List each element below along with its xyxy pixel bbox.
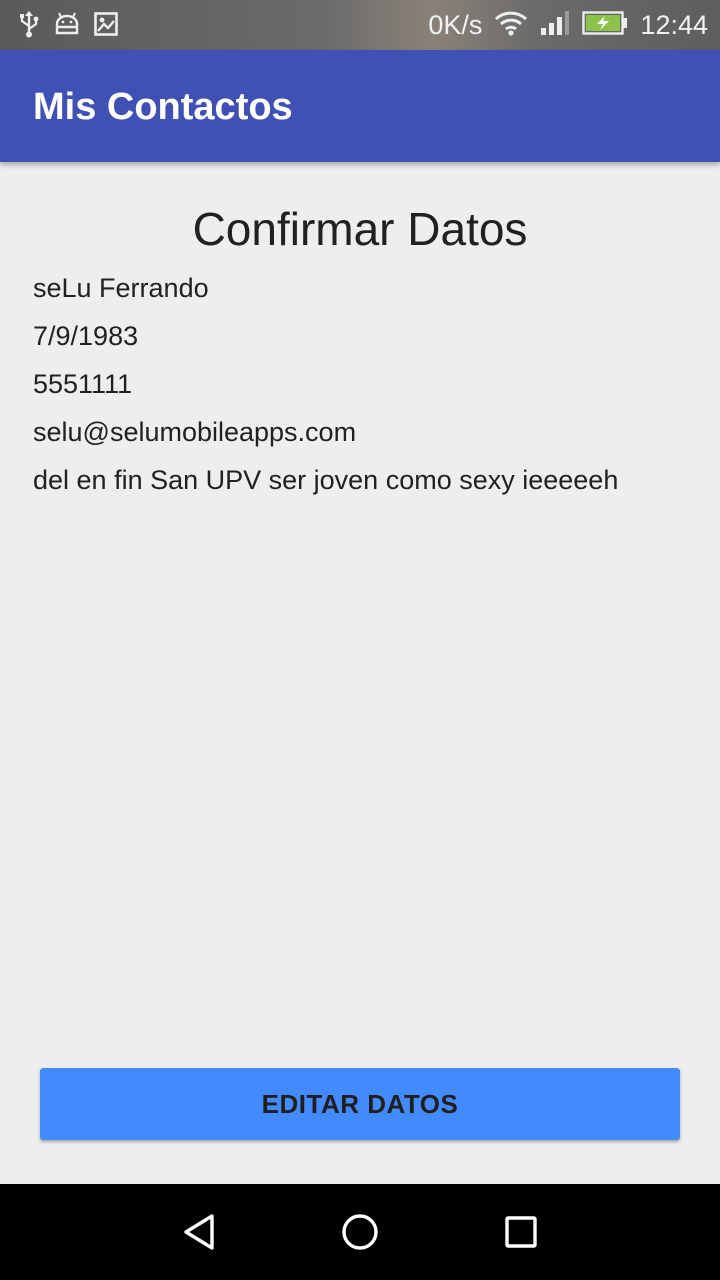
edit-data-button[interactable]: EDITAR DATOS [40,1068,680,1140]
system-status: 0K/s 12:44 [428,0,708,50]
android-debug-icon [54,11,80,42]
battery-charging-icon [582,10,628,41]
back-icon[interactable] [178,1210,222,1254]
contact-phone: 5551111 [33,369,133,399]
home-icon[interactable] [338,1210,382,1254]
usb-icon [18,10,40,43]
contact-name: seLu Ferrando [33,273,209,303]
confirm-data-screen: Confirmar Datos seLu Ferrando 7/9/1983 5… [0,162,720,1184]
network-speed: 0K/s [428,9,483,40]
image-icon [94,12,118,41]
app-bar: Mis Contactos [0,50,720,162]
contact-birth-date: 7/9/1983 [33,321,139,351]
navigation-bar [0,1184,720,1280]
recents-icon[interactable] [499,1210,543,1254]
app-title: Mis Contactos [33,86,293,128]
clock: 12:44 [640,9,708,40]
page-title: Confirmar Datos [192,203,528,255]
contact-email: selu@selumobileapps.com [33,417,357,447]
wifi-icon [494,10,528,41]
contact-description: del en fin San UPV ser joven como sexy i… [33,465,619,495]
status-bar: 0K/s 12:44 [0,0,720,50]
cell-signal-icon [540,10,570,41]
notification-icons [18,10,118,43]
